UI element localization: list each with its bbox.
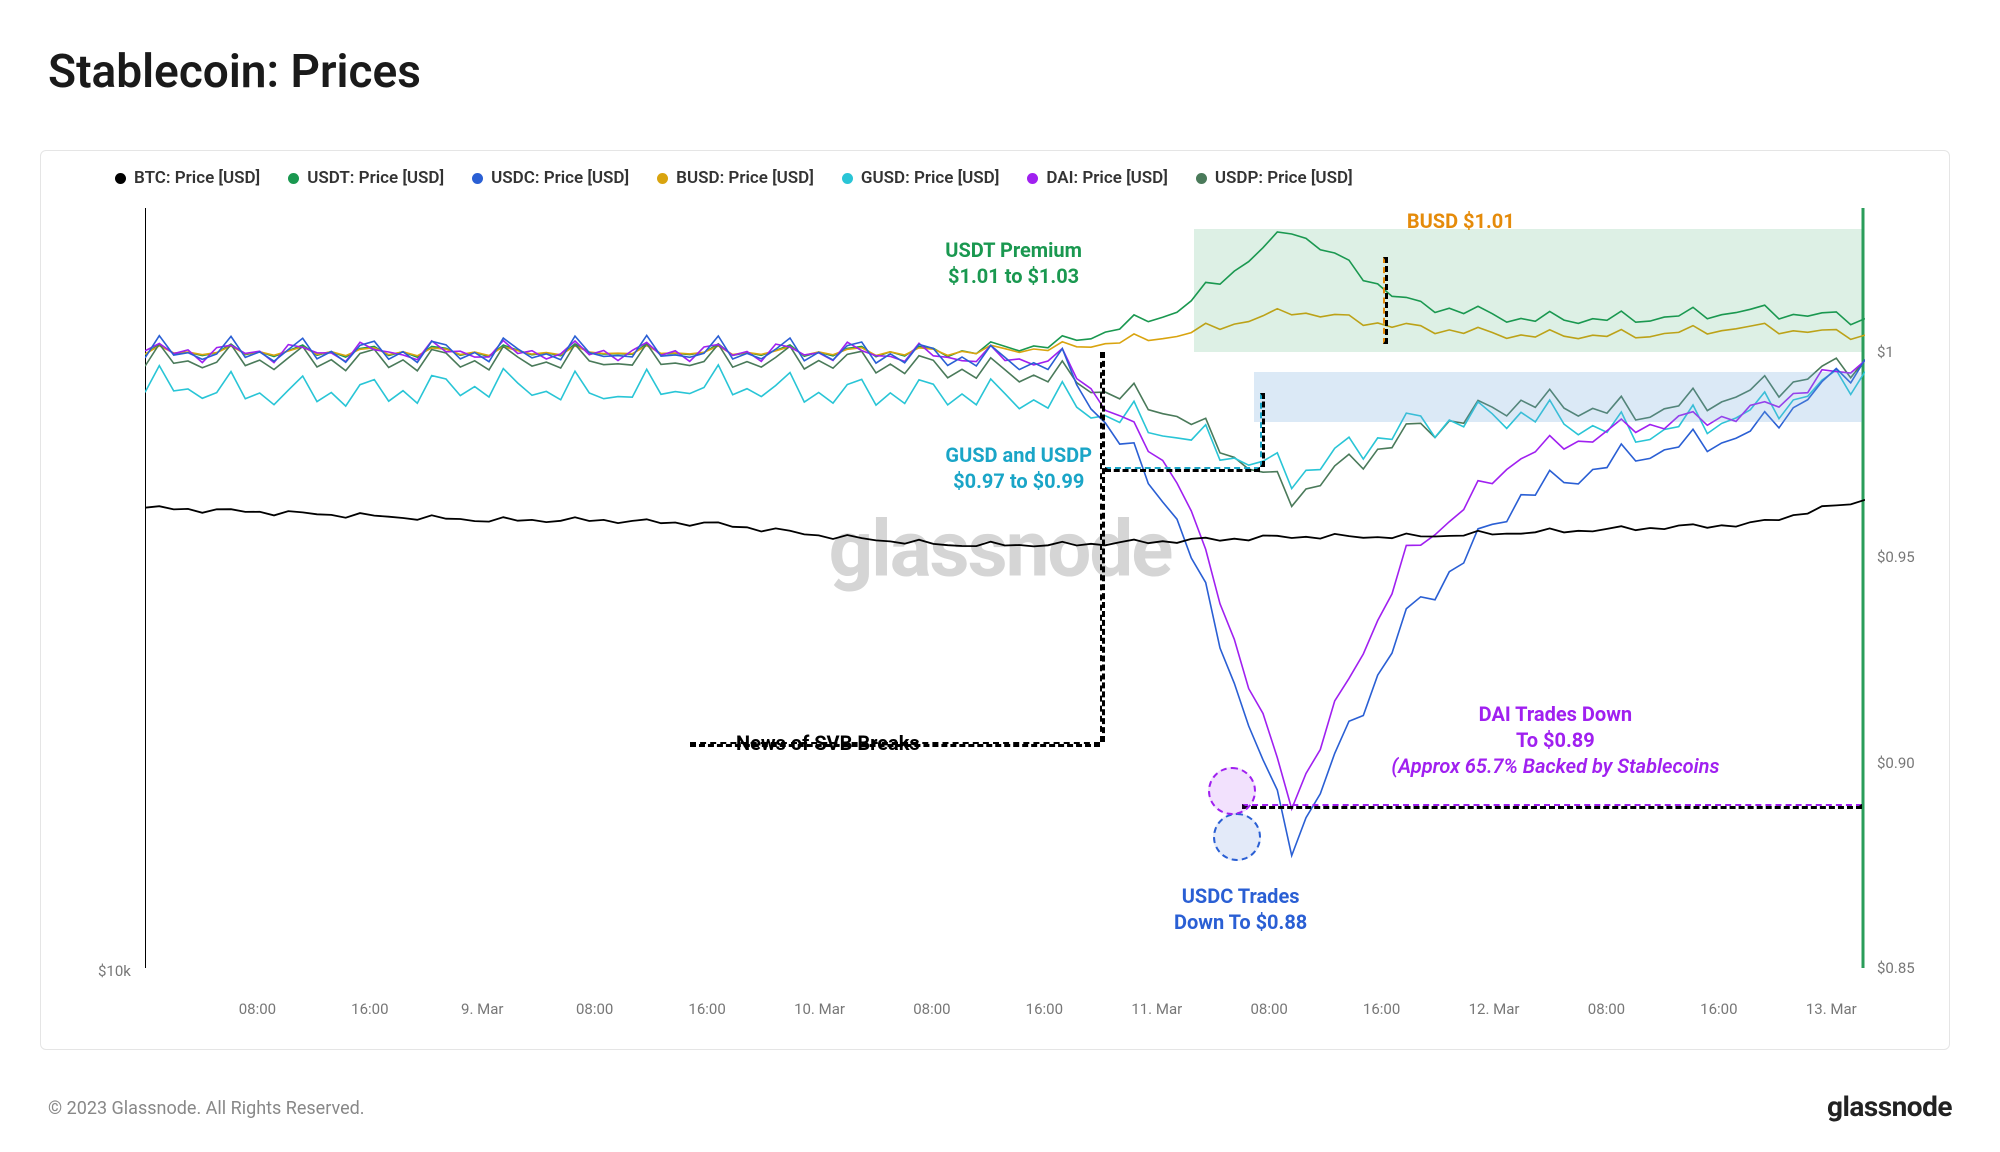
annotation-dai-l2: To $0.89 — [1391, 727, 1719, 753]
annotation-busd: BUSD $1.01 — [1407, 208, 1515, 234]
annotation-usdt: USDT Premium $1.01 to $1.03 — [945, 237, 1082, 289]
y-right-tick: $0.90 — [1877, 754, 1915, 772]
x-tick: 9. Mar — [461, 1000, 503, 1018]
legend-dot-icon — [657, 173, 668, 184]
annotation-usdc-l1: USDC Trades — [1174, 883, 1307, 909]
x-tick: 08:00 — [1588, 1000, 1625, 1018]
legend-label: USDT: Price [USD] — [307, 168, 444, 188]
legend-dot-icon — [472, 173, 483, 184]
legend-item[interactable]: USDT: Price [USD] — [288, 168, 444, 188]
annotation-usdt-l2: $1.01 to $1.03 — [945, 263, 1082, 289]
legend-item[interactable]: BTC: Price [USD] — [115, 168, 260, 188]
gusd-conn-v — [1260, 393, 1265, 467]
legend-label: BUSD: Price [USD] — [676, 168, 814, 188]
y-right-tick: $0.85 — [1877, 959, 1915, 977]
legend-dot-icon — [115, 173, 126, 184]
legend-item[interactable]: BUSD: Price [USD] — [657, 168, 814, 188]
x-tick: 13. Mar — [1806, 1000, 1857, 1018]
annotation-dai: DAI Trades Down To $0.89 (Approx 65.7% B… — [1391, 701, 1719, 779]
legend-label: DAI: Price [USD] — [1046, 168, 1167, 188]
footer-brand: glassnode — [1827, 1090, 1952, 1123]
gusd-band — [1254, 372, 1861, 421]
x-tick: 08:00 — [913, 1000, 950, 1018]
x-tick: 08:00 — [1250, 1000, 1287, 1018]
y-right-tick: $0.95 — [1877, 548, 1915, 566]
annotation-gusd: GUSD and USDP $0.97 to $0.99 — [945, 442, 1092, 494]
footer-copyright: © 2023 Glassnode. All Rights Reserved. — [48, 1098, 365, 1119]
annotation-usdt-l1: USDT Premium — [945, 237, 1082, 263]
usdc-low-marker — [1213, 813, 1261, 861]
annotation-svb-l1: News of SVB Breaks — [736, 730, 920, 756]
usdt-band — [1194, 229, 1861, 352]
y-left-tick: $10k — [98, 962, 131, 980]
x-tick: 11. Mar — [1131, 1000, 1182, 1018]
x-tick: 10. Mar — [794, 1000, 845, 1018]
legend-dot-icon — [288, 173, 299, 184]
annotation-gusd-l2: $0.97 to $0.99 — [945, 468, 1092, 494]
chart-title: Stablecoin: Prices — [48, 45, 421, 99]
x-tick: 16:00 — [1363, 1000, 1400, 1018]
x-tick: 16:00 — [688, 1000, 725, 1018]
legend-label: USDP: Price [USD] — [1215, 168, 1353, 188]
annotation-usdc-l2: Down To $0.88 — [1174, 909, 1307, 935]
annotation-busd-l1: BUSD $1.01 — [1407, 208, 1515, 234]
x-tick: 08:00 — [576, 1000, 613, 1018]
annotation-dai-l1: DAI Trades Down — [1391, 701, 1719, 727]
legend-dot-icon — [1027, 173, 1038, 184]
annotation-dai-sub: (Approx 65.7% Backed by Stablecoins — [1391, 753, 1719, 779]
legend-item[interactable]: GUSD: Price [USD] — [842, 168, 1000, 188]
gusd-conn-h — [1105, 467, 1260, 472]
legend-label: BTC: Price [USD] — [134, 168, 260, 188]
svb-vline — [1100, 352, 1105, 742]
series-btc — [145, 500, 1865, 547]
legend-item[interactable]: USDC: Price [USD] — [472, 168, 629, 188]
annotation-svb: News of SVB Breaks — [736, 730, 920, 756]
x-tick: 16:00 — [1026, 1000, 1063, 1018]
legend-dot-icon — [1196, 173, 1207, 184]
legend: BTC: Price [USD] USDT: Price [USD] USDC: P… — [115, 168, 1353, 188]
annotation-usdc: USDC Trades Down To $0.88 — [1174, 883, 1307, 935]
legend-label: GUSD: Price [USD] — [861, 168, 1000, 188]
x-tick: 08:00 — [239, 1000, 276, 1018]
legend-label: USDC: Price [USD] — [491, 168, 629, 188]
legend-dot-icon — [842, 173, 853, 184]
busd-v — [1383, 257, 1388, 343]
legend-item[interactable]: USDP: Price [USD] — [1196, 168, 1353, 188]
legend-item[interactable]: DAI: Price [USD] — [1027, 168, 1167, 188]
x-tick: 16:00 — [351, 1000, 388, 1018]
dai-h — [1242, 804, 1861, 809]
x-tick: 16:00 — [1700, 1000, 1737, 1018]
x-tick: 12. Mar — [1469, 1000, 1520, 1018]
y-right-tick: $1 — [1877, 343, 1894, 361]
annotation-gusd-l1: GUSD and USDP — [945, 442, 1092, 468]
